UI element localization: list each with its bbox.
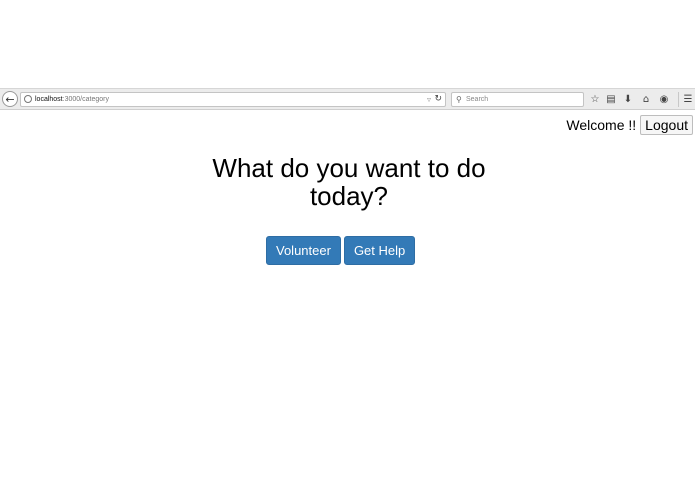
url-bar[interactable]: localhost:3000/category ▿ ↻ bbox=[20, 92, 446, 107]
arrow-left-icon[interactable]: ← bbox=[2, 91, 18, 107]
reload-icon[interactable]: ↻ bbox=[434, 93, 442, 106]
home-icon[interactable]: ⌂ bbox=[639, 92, 653, 107]
welcome-text: Welcome !! bbox=[566, 117, 637, 133]
star-icon[interactable]: ☆ bbox=[588, 92, 602, 107]
hamburger-menu-icon[interactable]: ☰ bbox=[681, 92, 695, 107]
user-header: Welcome !! Logout bbox=[566, 115, 693, 135]
download-icon[interactable]: ⬇ bbox=[621, 92, 635, 107]
volunteer-button[interactable]: Volunteer bbox=[266, 236, 341, 265]
blank-area bbox=[0, 0, 695, 88]
url-text: localhost:3000/category bbox=[35, 94, 109, 106]
clipboard-icon[interactable]: ▤ bbox=[604, 92, 618, 107]
search-icon: ⚲ bbox=[456, 95, 462, 104]
action-buttons: Volunteer Get Help bbox=[266, 236, 416, 265]
globe-icon bbox=[24, 95, 32, 103]
url-host: localhost bbox=[35, 96, 63, 103]
logout-button[interactable]: Logout bbox=[640, 115, 693, 135]
page-title: What do you want to do today? bbox=[212, 153, 486, 211]
search-placeholder: Search bbox=[466, 96, 489, 103]
dropdown-icon[interactable]: ▿ bbox=[427, 93, 431, 106]
get-help-button[interactable]: Get Help bbox=[343, 236, 416, 265]
chat-icon[interactable]: ◉ bbox=[657, 92, 671, 107]
toolbar-divider bbox=[678, 92, 679, 107]
url-path: :3000/category bbox=[62, 96, 109, 103]
search-bar[interactable]: ⚲ Search bbox=[451, 92, 584, 107]
browser-toolbar: ← localhost:3000/category ▿ ↻ ⚲ Search ☆… bbox=[0, 88, 695, 110]
